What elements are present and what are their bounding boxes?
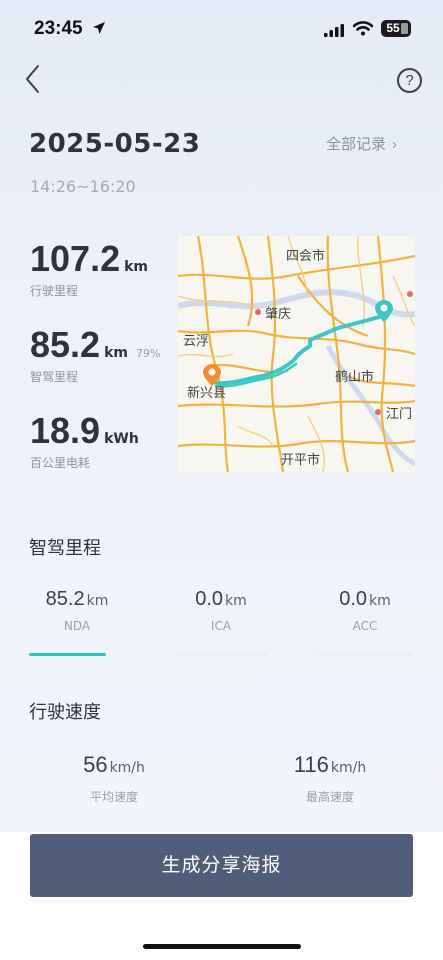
- tab-acc[interactable]: 0.0 km ACC: [315, 588, 415, 633]
- tab-acc-unit: km: [369, 593, 391, 609]
- tab-nda[interactable]: 85.2 km NDA: [27, 588, 127, 633]
- driving-distance-value: 107.2: [30, 238, 121, 279]
- tab-acc-value: 0.0: [339, 588, 368, 610]
- map-label-sihui: 四会市: [286, 249, 326, 264]
- map-label-heshan: 鹤山市: [335, 370, 375, 385]
- tab-acc-label: ACC: [352, 619, 378, 633]
- energy-consumption-stat: 18.9 kWh 百公里电耗: [30, 410, 139, 471]
- route-map[interactable]: 四会市 肇庆 云浮 新兴县 鹤山市 江门 开平市: [178, 236, 415, 472]
- tab-nda-unit: km: [86, 593, 109, 609]
- back-button[interactable]: [20, 62, 46, 96]
- smart-distance-percent: 79%: [135, 347, 161, 360]
- map-label-xinxing: 新兴县: [187, 386, 227, 401]
- tab-nda-label: NDA: [63, 619, 91, 633]
- tab-acc-track: [318, 653, 413, 656]
- jiangmen-dot: [375, 409, 381, 415]
- max-speed-stat: 116 km/h 最高速度: [260, 752, 400, 805]
- question-icon: ?: [405, 72, 414, 89]
- chevron-right-icon: ›: [392, 136, 398, 153]
- smart-distance-stat: 85.2 km 79% 智驾里程: [30, 324, 160, 385]
- trip-date: 2025-05-23: [29, 129, 201, 159]
- driving-distance-stat: 107.2 km 行驶里程: [30, 238, 148, 299]
- tab-ica[interactable]: 0.0 km ICA: [171, 588, 271, 633]
- status-time: 23:45: [34, 18, 83, 39]
- max-speed-unit: km/h: [330, 760, 367, 776]
- map-label-zhaoqing: 肇庆: [265, 307, 292, 322]
- wifi-icon: [352, 21, 374, 40]
- tab-ica-value: 0.0: [195, 588, 224, 610]
- tab-ica-unit: km: [225, 593, 247, 609]
- all-records-link[interactable]: 全部记录 ›: [326, 133, 397, 154]
- energy-consumption-label: 百公里电耗: [30, 456, 91, 470]
- tab-nda-value: 85.2: [45, 588, 85, 610]
- smart-section-title: 智驾里程: [29, 538, 101, 559]
- tab-ica-label: ICA: [210, 619, 232, 633]
- avg-speed-label: 平均速度: [89, 790, 138, 804]
- driving-distance-unit: km: [124, 259, 148, 275]
- smart-distance-label: 智驾里程: [30, 370, 79, 384]
- status-bar: 23:45 55: [0, 0, 443, 54]
- avg-speed-value: 56: [83, 752, 108, 777]
- map-label-jiangmen: 江门: [386, 407, 413, 422]
- speed-section-title: 行驶速度: [29, 702, 101, 723]
- map-label-yunfu: 云浮: [183, 334, 210, 349]
- generate-poster-button[interactable]: 生成分享海报: [30, 834, 413, 897]
- max-speed-label: 最高速度: [305, 790, 354, 804]
- avg-speed-stat: 56 km/h 平均速度: [44, 752, 184, 805]
- driving-distance-label: 行驶里程: [30, 284, 79, 298]
- battery-icon: 55: [381, 20, 411, 37]
- cellular-signal-icon: [324, 22, 344, 41]
- energy-consumption-unit: kWh: [104, 431, 139, 447]
- all-records-label: 全部记录: [326, 135, 387, 153]
- tab-ica-track: [177, 653, 267, 656]
- home-indicator[interactable]: [143, 944, 301, 949]
- smart-distance-value: 85.2: [30, 324, 101, 365]
- help-button[interactable]: ?: [397, 68, 422, 93]
- location-arrow-icon: [92, 20, 106, 39]
- tab-active-indicator: [29, 653, 106, 656]
- smart-distance-unit: km: [104, 345, 128, 361]
- energy-consumption-value: 18.9: [30, 410, 101, 451]
- map-canvas: [178, 236, 415, 472]
- chevron-left-icon: [26, 65, 39, 93]
- max-speed-value: 116: [293, 752, 329, 777]
- trip-time-range: 14:26~16:20: [30, 177, 136, 196]
- battery-fill: [401, 23, 408, 34]
- zhaoqing-dot: [255, 309, 261, 315]
- avg-speed-unit: km/h: [109, 760, 145, 776]
- map-label-kaiping: 开平市: [281, 453, 321, 468]
- city-dot: [407, 291, 413, 297]
